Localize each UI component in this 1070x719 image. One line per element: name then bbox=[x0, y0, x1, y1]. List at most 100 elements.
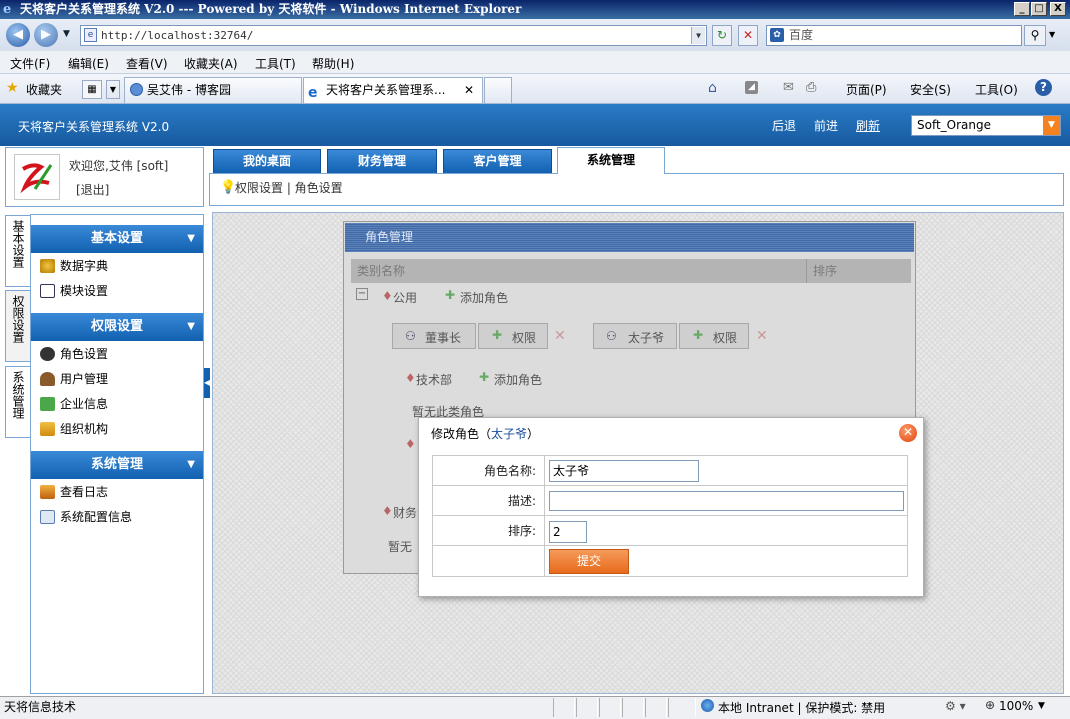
vtab-system[interactable]: 系统管理 bbox=[5, 366, 30, 438]
favorites-button[interactable]: 收藏夹 bbox=[26, 81, 62, 98]
status-cell bbox=[576, 698, 598, 717]
forward-icon[interactable]: ▶ bbox=[34, 23, 58, 47]
menu-item-role-settings[interactable]: 角色设置 bbox=[40, 344, 108, 364]
menu-item-system-config[interactable]: 系统配置信息 bbox=[40, 507, 132, 527]
section-permission-header[interactable]: 权限设置 ▼ bbox=[31, 313, 203, 341]
tools-menu[interactable]: 工具(O) bbox=[975, 81, 1018, 98]
back-icon[interactable]: ◀ bbox=[6, 23, 30, 47]
refresh-page-icon[interactable]: ↻ bbox=[712, 25, 732, 46]
mail-icon[interactable]: ✉ bbox=[783, 80, 794, 95]
tab-list-icon[interactable]: ▼ bbox=[106, 80, 120, 99]
item-label: 角色设置 bbox=[60, 347, 109, 361]
welcome-text: 欢迎您,艾伟 [soft] bbox=[69, 159, 169, 173]
collapse-sidebar-icon[interactable]: ◀ bbox=[204, 368, 210, 398]
pin-icon: ♦ bbox=[382, 289, 393, 303]
logo-icon bbox=[14, 154, 60, 200]
section-system-header[interactable]: 系统管理 ▼ bbox=[31, 451, 203, 479]
delete-icon[interactable]: ✕ bbox=[756, 328, 768, 344]
protected-mode-icon[interactable]: ⚙ ▾ bbox=[945, 699, 966, 713]
sort-field[interactable]: 2 bbox=[549, 521, 587, 543]
menu-favorites[interactable]: 收藏夹(A) bbox=[184, 55, 238, 72]
app-title: 天将客户关系管理系统 V2.0 bbox=[18, 120, 170, 134]
app-refresh-link[interactable]: 刷新 bbox=[856, 117, 880, 134]
menu-file[interactable]: 文件(F) bbox=[10, 55, 50, 72]
sub-bar: 💡 权限设置 | 角色设置 bbox=[209, 173, 1064, 206]
security-zone[interactable]: 本地 Intranet | 保护模式: 禁用 bbox=[718, 699, 885, 716]
description-field[interactable] bbox=[549, 491, 904, 511]
tab-label: 天将客户关系管理系... bbox=[326, 83, 446, 97]
page-menu[interactable]: 页面(P) bbox=[846, 81, 887, 98]
feeds-icon[interactable]: ◢ bbox=[745, 81, 758, 94]
role-name-field[interactable]: 太子爷 bbox=[549, 460, 699, 482]
item-label: 模块设置 bbox=[60, 284, 109, 298]
new-tab-button[interactable] bbox=[484, 77, 512, 103]
form-col-divider bbox=[544, 456, 545, 576]
help-icon[interactable]: ? bbox=[1035, 79, 1052, 96]
history-dropdown-icon[interactable]: ▼ bbox=[63, 29, 70, 39]
empty-role-text: 暂无 bbox=[388, 540, 413, 554]
tab-my-desktop[interactable]: 我的桌面 bbox=[213, 149, 321, 173]
safety-menu[interactable]: 安全(S) bbox=[910, 81, 951, 98]
vtab-permission[interactable]: 权限设置 bbox=[5, 290, 30, 362]
menu-tools[interactable]: 工具(T) bbox=[255, 55, 296, 72]
address-dropdown-icon[interactable]: ▼ bbox=[691, 27, 705, 44]
delete-icon[interactable]: ✕ bbox=[554, 328, 566, 344]
zoom-level[interactable]: 100% bbox=[999, 699, 1033, 713]
item-label: 数据字典 bbox=[60, 259, 109, 273]
logout-link[interactable]: [退出] bbox=[76, 181, 109, 198]
tab-system[interactable]: 系统管理 bbox=[557, 147, 665, 174]
menu-edit[interactable]: 编辑(E) bbox=[68, 55, 109, 72]
pin-icon: ♦ bbox=[405, 371, 416, 385]
puzzle-icon: ✚ bbox=[492, 328, 503, 342]
window-titlebar: e 天将客户关系管理系统 V2.0 --- Powered by 天将软件 - … bbox=[0, 0, 1070, 19]
menu-item-user-management[interactable]: 用户管理 bbox=[40, 369, 108, 389]
theme-value: Soft_Orange bbox=[917, 118, 992, 132]
stop-icon[interactable]: ✕ bbox=[738, 25, 758, 46]
search-input[interactable]: ✿ 百度 bbox=[766, 25, 1022, 46]
tab-blog[interactable]: 吴艾伟 - 博客园 bbox=[124, 77, 302, 103]
print-icon[interactable]: ⎙ bbox=[806, 80, 816, 95]
menu-item-data-dictionary[interactable]: 数据字典 bbox=[40, 256, 108, 276]
search-icon[interactable]: ⚲ bbox=[1024, 25, 1046, 46]
add-role-link[interactable]: 添加角色 bbox=[494, 371, 542, 388]
menu-item-module-settings[interactable]: 模块设置 bbox=[40, 281, 108, 301]
zoom-dropdown-icon[interactable]: ▼ bbox=[1038, 701, 1045, 711]
tab-ie-icon: e bbox=[308, 85, 318, 101]
close-window-button[interactable]: X bbox=[1050, 2, 1066, 16]
home-icon[interactable]: ⌂ bbox=[708, 80, 717, 96]
quick-tabs-icon[interactable]: ▦ bbox=[82, 80, 102, 99]
col-sort-header: 排序 bbox=[807, 259, 911, 283]
minimize-button[interactable]: _ bbox=[1014, 2, 1030, 16]
menu-item-company-info[interactable]: 企业信息 bbox=[40, 394, 108, 414]
section-basic-header[interactable]: 基本设置 ▼ bbox=[31, 225, 203, 253]
app-back-link[interactable]: 后退 bbox=[772, 117, 796, 134]
ie-logo-icon: e bbox=[3, 2, 12, 17]
vtab-label: 基本设置 bbox=[11, 220, 25, 268]
app-forward-link[interactable]: 前进 bbox=[814, 117, 838, 134]
tab-finance[interactable]: 财务管理 bbox=[327, 149, 437, 173]
theme-select[interactable]: Soft_Orange ▼ bbox=[911, 115, 1061, 136]
menu-view[interactable]: 查看(V) bbox=[126, 55, 168, 72]
add-role-link[interactable]: 添加角色 bbox=[460, 289, 508, 306]
close-icon[interactable]: ✕ bbox=[899, 424, 917, 442]
submit-button[interactable]: 提交 bbox=[549, 549, 629, 574]
search-options-icon[interactable]: ▼ bbox=[1049, 30, 1055, 39]
vtab-label: 系统管理 bbox=[11, 371, 25, 419]
tab-customer[interactable]: 客户管理 bbox=[443, 149, 552, 173]
vtab-basic[interactable]: 基本设置 bbox=[5, 215, 30, 287]
user-icon bbox=[40, 372, 55, 386]
tab-close-icon[interactable]: ✕ bbox=[464, 78, 474, 102]
menu-help[interactable]: 帮助(H) bbox=[312, 55, 354, 72]
address-bar[interactable]: e http://localhost:32764/ ▼ bbox=[80, 25, 707, 46]
tab-label: 吴艾伟 - 博客园 bbox=[147, 83, 231, 97]
org-icon bbox=[40, 422, 55, 436]
menu-item-organization[interactable]: 组织机构 bbox=[40, 419, 108, 439]
tree-collapse-icon[interactable]: − bbox=[356, 288, 368, 300]
maximize-button[interactable]: □ bbox=[1031, 2, 1047, 16]
favorites-star-icon: ★ bbox=[6, 80, 19, 96]
users-icon: ⚇ bbox=[405, 329, 416, 343]
label-role-name: 角色名称: bbox=[483, 464, 536, 478]
col-category-header: 类别名称 bbox=[351, 259, 807, 283]
menu-item-view-log[interactable]: 查看日志 bbox=[40, 482, 108, 502]
tab-crm[interactable]: e 天将客户关系管理系... ✕ bbox=[303, 77, 483, 103]
